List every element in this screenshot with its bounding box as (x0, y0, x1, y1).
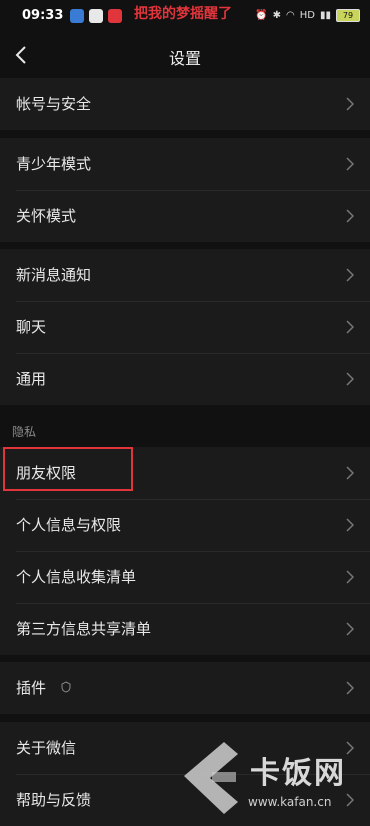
settings-item-label: 青少年模式 (16, 155, 92, 173)
page-title: 设置 (168, 49, 201, 68)
settings-item-care-mode[interactable]: 关怀模式 (0, 190, 370, 242)
settings-item-label: 帮助与反馈 (16, 791, 92, 809)
watermark-url: www.kafan.cn (248, 795, 332, 809)
shield-icon (61, 681, 71, 693)
nav-bar: 设置 (0, 34, 370, 78)
highlight-box (3, 447, 133, 491)
settings-group-modes: 青少年模式 关怀模式 (0, 138, 370, 242)
settings-item-label: 聊天 (16, 318, 47, 336)
chevron-right-icon (346, 320, 354, 334)
settings-item-plugins[interactable]: 插件 (0, 662, 370, 714)
clock: 09:33 (22, 8, 64, 23)
section-title-privacy: 隐私 (12, 425, 37, 439)
hd-icon: HD (299, 10, 315, 21)
chevron-right-icon (346, 268, 354, 282)
weibo-icon (89, 9, 103, 23)
settings-group-general: 新消息通知 聊天 通用 (0, 249, 370, 405)
settings-item-general[interactable]: 通用 (0, 353, 370, 405)
settings-item-info-collection-list[interactable]: 个人信息收集清单 (0, 551, 370, 603)
settings-item-personal-info-permissions[interactable]: 个人信息与权限 (0, 499, 370, 551)
settings-group-account: 帐号与安全 (0, 78, 370, 130)
chevron-right-icon (346, 157, 354, 171)
chevron-right-icon (346, 372, 354, 386)
wifi-icon: ◠ (286, 10, 295, 21)
chevron-right-icon (346, 466, 354, 480)
settings-item-label: 插件 (16, 679, 47, 697)
weibo-red-icon (108, 9, 122, 23)
chevron-right-icon (346, 97, 354, 111)
watermark-brand: 卡饭网 (250, 756, 346, 791)
settings-item-third-party-sharing-list[interactable]: 第三方信息共享清单 (0, 603, 370, 655)
settings-item-chat[interactable]: 聊天 (0, 301, 370, 353)
chevron-right-icon (346, 681, 354, 695)
settings-item-teen-mode[interactable]: 青少年模式 (0, 138, 370, 190)
notification-text: 把我的梦摇醒了 (134, 6, 232, 22)
settings-item-label: 个人信息与权限 (16, 516, 122, 534)
settings-item-account-security[interactable]: 帐号与安全 (0, 78, 370, 130)
settings-item-notifications[interactable]: 新消息通知 (0, 249, 370, 301)
settings-item-label: 通用 (16, 370, 47, 388)
settings-group-plugins: 插件 (0, 662, 370, 714)
settings-item-label: 新消息通知 (16, 266, 92, 284)
settings-item-label: 关于微信 (16, 739, 77, 757)
signal-icon: ▮▮ (319, 10, 331, 21)
status-bar: 09:33 把我的梦摇醒了 ⏰ ✱ ◠ HD ▮▮ 79 (0, 0, 370, 34)
battery-icon: 79 (336, 9, 360, 22)
settings-item-label: 关怀模式 (16, 207, 77, 225)
settings-item-label: 个人信息收集清单 (16, 568, 137, 586)
chevron-right-icon (346, 570, 354, 584)
settings-item-label: 帐号与安全 (16, 95, 92, 113)
bluetooth-icon: ✱ (272, 10, 282, 21)
chevron-right-icon (346, 622, 354, 636)
chevron-right-icon (346, 209, 354, 223)
status-app-icons (70, 9, 122, 23)
chevron-right-icon (346, 518, 354, 532)
alarm-icon: ⏰ (255, 10, 268, 21)
status-indicators: ⏰ ✱ ◠ HD ▮▮ 79 (255, 9, 360, 22)
app-icon (70, 9, 84, 23)
settings-item-label: 第三方信息共享清单 (16, 620, 152, 638)
